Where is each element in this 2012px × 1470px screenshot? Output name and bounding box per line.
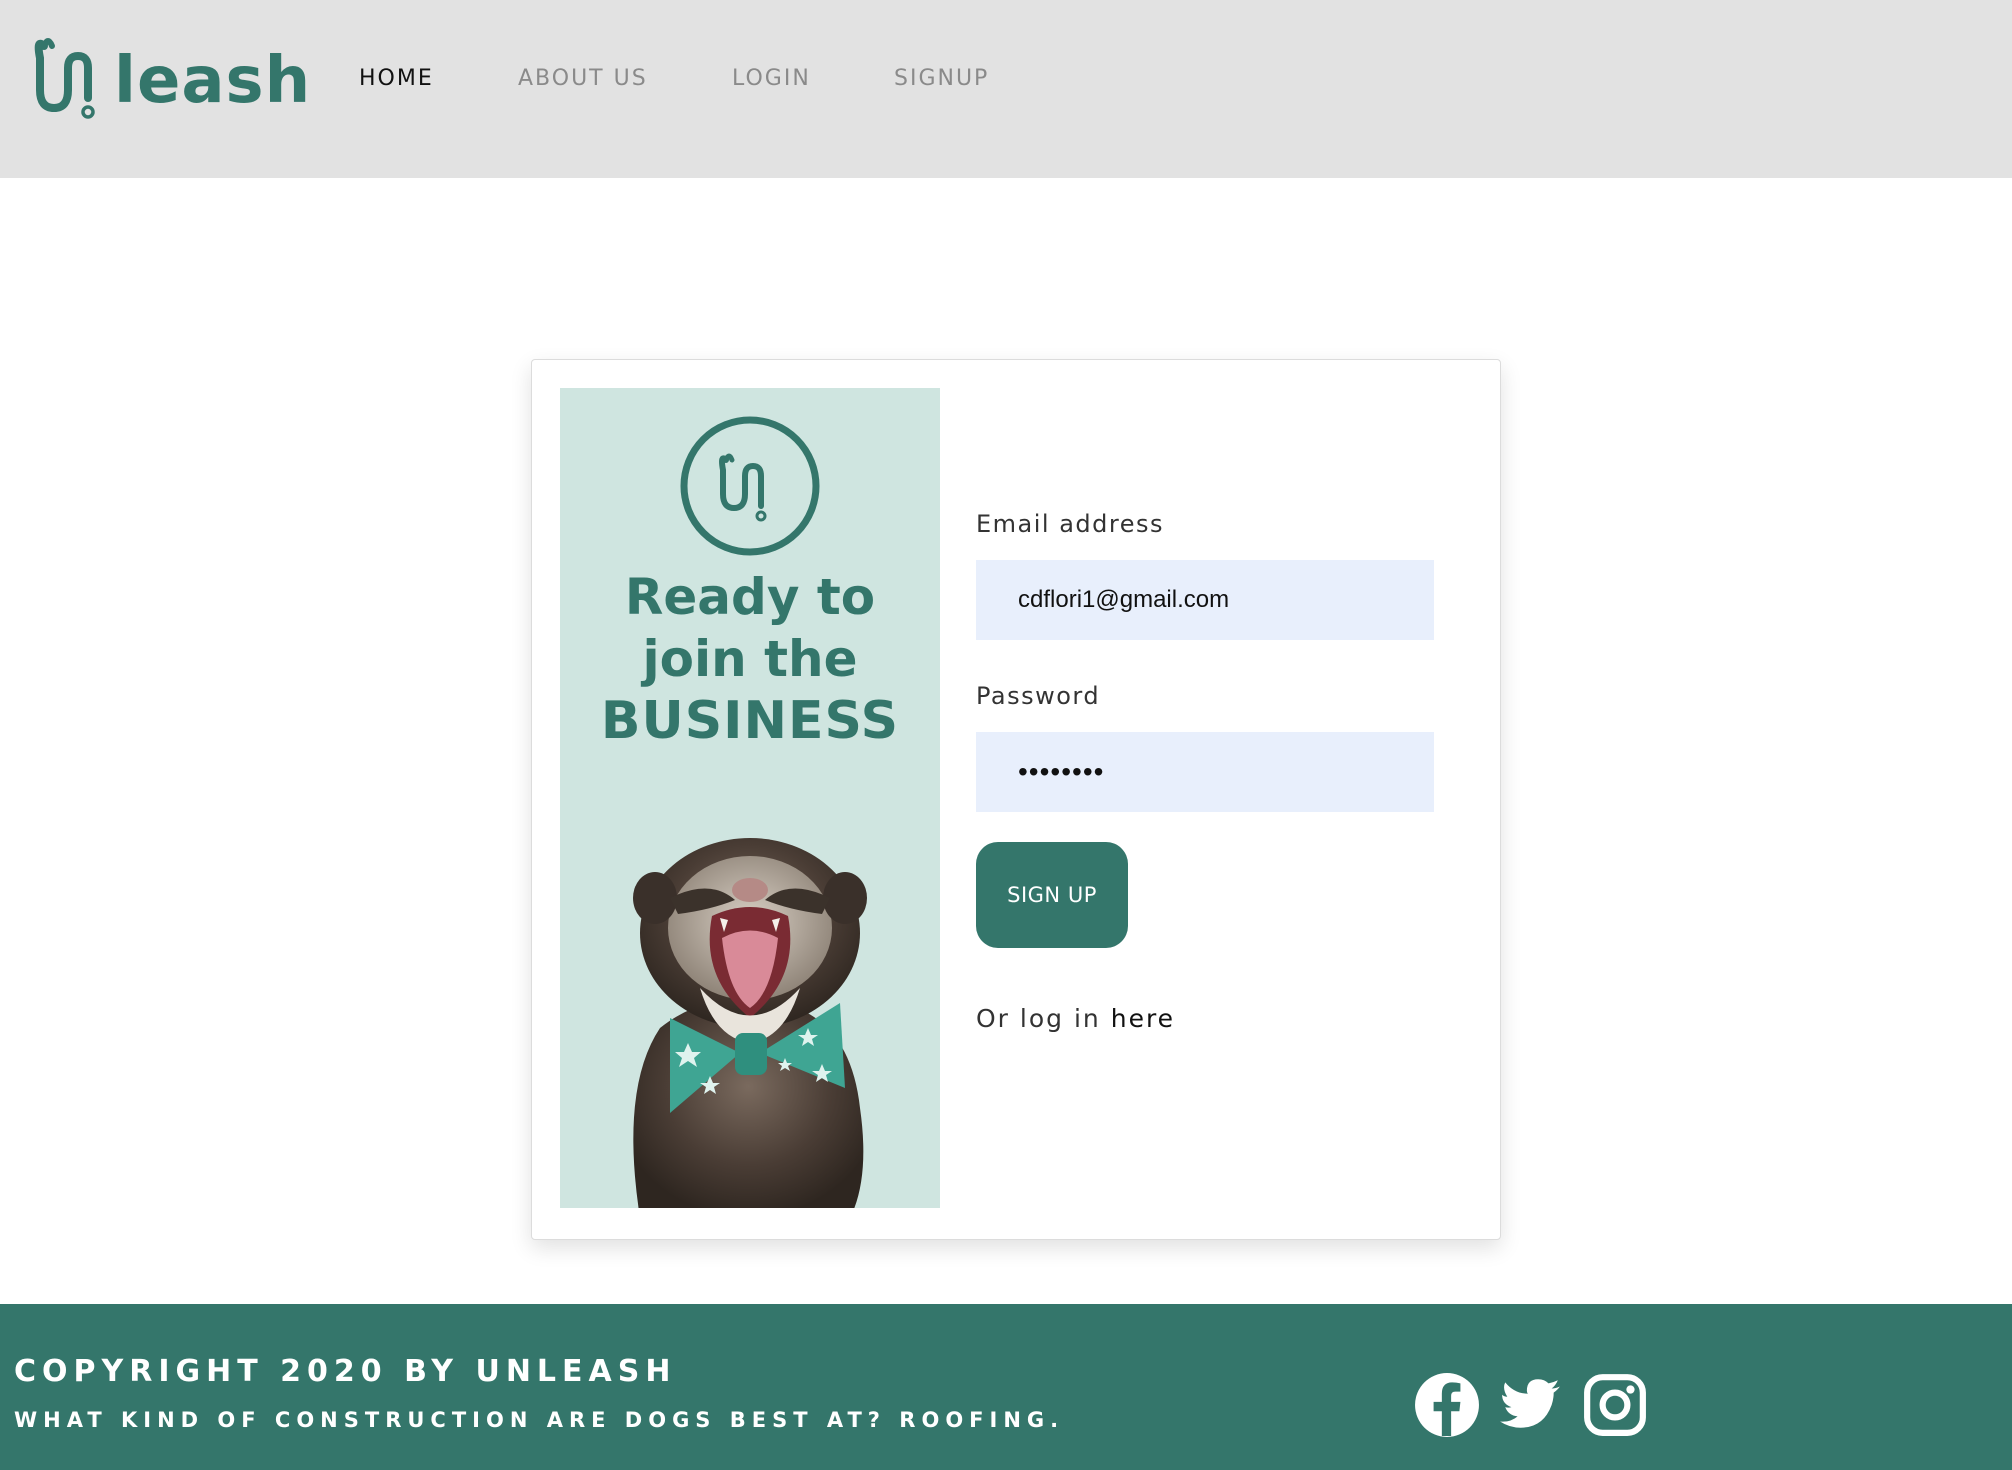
brand-name: leash (114, 44, 312, 118)
login-prefix: Or log in (976, 1004, 1101, 1033)
promo-line-2: join the (642, 630, 858, 688)
login-prompt: Or log in here (976, 1004, 1436, 1033)
nav-home[interactable]: HOME (359, 66, 434, 91)
signup-button[interactable]: SIGN UP (976, 842, 1128, 948)
promo-panel: Ready to join the BUSINESS (560, 388, 940, 1208)
social-links (1414, 1372, 1648, 1438)
password-field[interactable]: •••••••• (976, 732, 1434, 812)
promo-headline: Ready to join the BUSINESS (560, 566, 940, 752)
nav-about-us[interactable]: ABOUT US (518, 66, 648, 91)
password-label: Password (976, 682, 1101, 710)
footer: COPYRIGHT 2020 BY UNLEASH WHAT KIND OF C… (0, 1304, 2012, 1470)
footer-tagline: WHAT KIND OF CONSTRUCTION ARE DOGS BEST … (14, 1408, 1065, 1432)
login-link[interactable]: here (1111, 1004, 1175, 1033)
copyright-text: COPYRIGHT 2020 BY UNLEASH (14, 1354, 677, 1389)
instagram-icon[interactable] (1582, 1372, 1648, 1438)
promo-line-1: Ready to (624, 568, 876, 626)
nav-login[interactable]: LOGIN (732, 66, 811, 91)
promo-line-3: BUSINESS (600, 691, 900, 751)
signup-form: Email address cdflori1@gmail.com Passwor… (976, 510, 1436, 1033)
signup-card: Ready to join the BUSINESS Email address… (531, 359, 1501, 1240)
twitter-icon[interactable] (1498, 1372, 1564, 1438)
ferret-image (633, 838, 867, 1208)
facebook-icon[interactable] (1414, 1372, 1480, 1438)
nav-signup[interactable]: SIGNUP (894, 66, 989, 91)
logo[interactable]: leash (30, 32, 311, 122)
email-field[interactable]: cdflori1@gmail.com (976, 560, 1434, 640)
email-label: Email address (976, 510, 1165, 538)
navbar: leash HOME ABOUT US LOGIN SIGNUP (0, 0, 2012, 178)
leash-badge-icon (680, 416, 820, 556)
leash-u-icon (34, 38, 95, 119)
page: leash HOME ABOUT US LOGIN SIGNUP Ready t… (0, 0, 2012, 1470)
